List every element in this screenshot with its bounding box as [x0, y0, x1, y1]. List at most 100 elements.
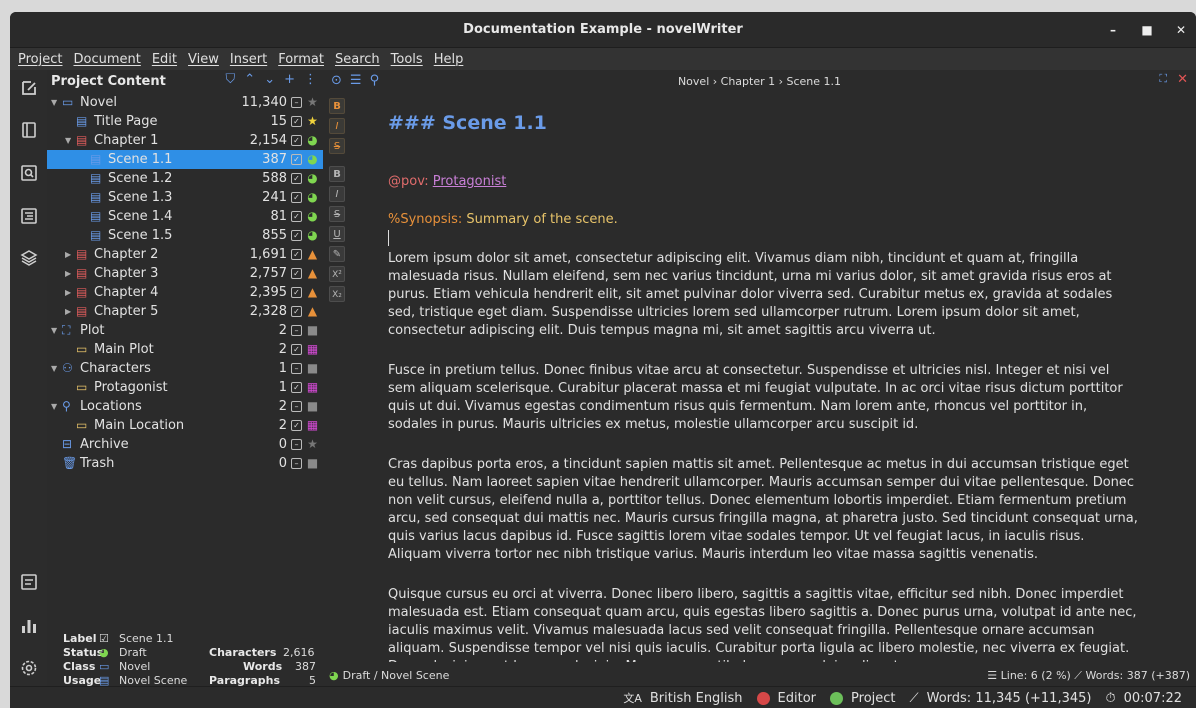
statistics-icon[interactable] [19, 616, 39, 636]
tree-item-scene-1-2[interactable]: ▤ Scene 1.2 588 ✓ ◕ [47, 169, 323, 188]
active-checkbox-icon[interactable]: ✓ [291, 192, 302, 203]
sidebar-rail [10, 70, 47, 690]
new-project-icon[interactable] [19, 78, 39, 98]
menu-insert[interactable]: Insert [230, 52, 267, 67]
active-checkbox-icon[interactable]: ✓ [291, 306, 302, 317]
detail-words-value: 387 [295, 660, 316, 673]
pov-value-link[interactable]: Protagonist [433, 174, 507, 189]
expand-down-icon[interactable]: ▼ [51, 326, 57, 335]
minimize-icon[interactable]: – [1106, 23, 1120, 37]
tree-item-scene-1-4[interactable]: ▤ Scene 1.4 81 ✓ ◕ [47, 207, 323, 226]
tree-item-novel[interactable]: ▼ ▭ Novel 11,340– ★ [47, 93, 323, 112]
markdown-bold-button[interactable]: B [329, 98, 345, 114]
characters-root-icon: ⚇ [62, 361, 73, 375]
synopsis-key: %Synopsis: [388, 212, 463, 227]
expand-right-icon[interactable]: ▶ [65, 250, 71, 259]
expand-right-icon[interactable]: ▶ [65, 269, 71, 278]
menu-bar: Project Document Edit View Insert Format… [10, 48, 1196, 70]
line-word-count: ☰ Line: 6 (2 %) ⟋ Words: 387 (+387) [987, 669, 1190, 682]
tree-item-main-location[interactable]: ▭ Main Location 2 ✓ ▦ [47, 416, 323, 435]
tree-item-main-plot[interactable]: ▭ Main Plot 2 ✓ ▦ [47, 340, 323, 359]
tree-item-label: Plot [80, 323, 105, 338]
markdown-strike-button[interactable]: S [329, 138, 345, 154]
move-up-icon[interactable]: ⌃ [244, 72, 255, 87]
tree-item-locations[interactable]: ▼ ⚲ Locations 2– ■ [47, 397, 323, 416]
menu-help[interactable]: Help [434, 52, 464, 67]
draft-moon-icon: ◕ [307, 209, 318, 223]
active-checkbox-icon[interactable]: ✓ [291, 116, 302, 127]
shortcode-mark-button[interactable]: ✎ [329, 246, 345, 262]
expand-down-icon[interactable]: ▼ [65, 136, 71, 145]
subscript-button[interactable]: X₂ [329, 286, 345, 302]
menu-tools[interactable]: Tools [391, 52, 423, 67]
manuscript-icon[interactable] [19, 572, 39, 592]
more-options-icon[interactable]: ⋮ [304, 72, 317, 87]
tree-item-scene-1-5[interactable]: ▤ Scene 1.5 855 ✓ ◕ [47, 226, 323, 245]
markdown-italic-button[interactable]: I [329, 118, 345, 134]
active-checkbox-icon[interactable]: ✓ [291, 268, 302, 279]
inactive-checkbox-icon[interactable]: – [291, 363, 302, 374]
tree-item-chapter-2[interactable]: ▶ ▤ Chapter 2 1,691 ✓ ▲ [47, 245, 323, 264]
tree-item-scene-1-3[interactable]: ▤ Scene 1.3 241 ✓ ◕ [47, 188, 323, 207]
active-checkbox-icon[interactable]: ✓ [291, 211, 302, 222]
menu-project[interactable]: Project [18, 52, 62, 67]
outline-icon[interactable] [19, 206, 39, 226]
expand-down-icon[interactable]: ▼ [51, 402, 57, 411]
tree-item-trash[interactable]: 🗑 Trash 0– ■ [47, 454, 323, 473]
menu-format[interactable]: Format [278, 52, 324, 67]
add-item-icon[interactable]: + [284, 72, 295, 87]
tree-item-archive[interactable]: ⊟ Archive 0– ★ [47, 435, 323, 454]
settings-gear-icon[interactable] [19, 658, 39, 678]
expand-right-icon[interactable]: ▶ [65, 307, 71, 316]
inactive-checkbox-icon[interactable]: – [291, 458, 302, 469]
shortcode-bold-button[interactable]: B [329, 166, 345, 182]
superscript-button[interactable]: X² [329, 266, 345, 282]
move-down-icon[interactable]: ⌄ [264, 72, 275, 87]
active-checkbox-icon[interactable]: ✓ [291, 287, 302, 298]
tree-item-chapter-4[interactable]: ▶ ▤ Chapter 4 2,395 ✓ ▲ [47, 283, 323, 302]
menu-edit[interactable]: Edit [152, 52, 177, 67]
project-tree-icon[interactable] [19, 120, 39, 140]
inactive-checkbox-icon[interactable]: – [291, 325, 302, 336]
shortcode-italic-button[interactable]: I [329, 186, 345, 202]
tree-item-scene-1-1[interactable]: ▤ Scene 1.1 387 ✓ ◕ [47, 150, 323, 169]
maximize-icon[interactable]: ■ [1140, 23, 1154, 37]
inactive-checkbox-icon[interactable]: – [291, 401, 302, 412]
active-checkbox-icon[interactable]: ✓ [291, 230, 302, 241]
shortcode-underline-button[interactable]: U [329, 226, 345, 242]
bookmark-icon[interactable]: ⛉ [226, 72, 236, 87]
menu-document[interactable]: Document [73, 52, 140, 67]
inactive-checkbox-icon[interactable]: – [291, 439, 302, 450]
menu-view[interactable]: View [188, 52, 219, 67]
tree-item-chapter-1[interactable]: ▼ ▤ Chapter 1 2,154 ✓ ◕ [47, 131, 323, 150]
active-checkbox-icon[interactable]: ✓ [291, 344, 302, 355]
shortcode-strike-button[interactable]: S [329, 206, 345, 222]
tree-item-label: Title Page [94, 114, 158, 129]
tree-item-protagonist[interactable]: ▭ Protagonist 1 ✓ ▦ [47, 378, 323, 397]
draft-moon-icon: ◕ [307, 152, 318, 166]
expand-down-icon[interactable]: ▼ [51, 364, 57, 373]
chapter-icon: ▤ [76, 304, 88, 318]
language-label[interactable]: British English [650, 691, 743, 706]
tree-item-chapter-5[interactable]: ▶ ▤ Chapter 5 2,328 ✓ ▲ [47, 302, 323, 321]
search-panel-icon[interactable] [19, 163, 39, 183]
tree-item-characters[interactable]: ▼ ⚇ Characters 1– ■ [47, 359, 323, 378]
fullscreen-icon[interactable]: ⛶ [1159, 72, 1167, 87]
tree-item-title-page[interactable]: ▤ Title Page 15 ✓ ★ [47, 112, 323, 131]
active-checkbox-icon[interactable]: ✓ [291, 135, 302, 146]
active-checkbox-icon[interactable]: ✓ [291, 173, 302, 184]
inactive-checkbox-icon[interactable]: – [291, 97, 302, 108]
close-document-icon[interactable]: ✕ [1177, 72, 1188, 87]
active-checkbox-icon[interactable]: ✓ [291, 382, 302, 393]
expand-right-icon[interactable]: ▶ [65, 288, 71, 297]
active-checkbox-icon[interactable]: ✓ [291, 154, 302, 165]
active-checkbox-icon[interactable]: ✓ [291, 249, 302, 260]
tree-item-chapter-3[interactable]: ▶ ▤ Chapter 3 2,757 ✓ ▲ [47, 264, 323, 283]
menu-search[interactable]: Search [335, 52, 380, 67]
document-editor[interactable]: ### Scene 1.1 @pov: Protagonist %Synopsi… [388, 92, 1140, 662]
close-icon[interactable]: ✕ [1174, 23, 1188, 37]
tree-item-plot[interactable]: ▼ ⛶ Plot 2– ■ [47, 321, 323, 340]
active-checkbox-icon[interactable]: ✓ [291, 420, 302, 431]
expand-down-icon[interactable]: ▼ [51, 98, 57, 107]
layers-icon[interactable] [19, 248, 39, 268]
